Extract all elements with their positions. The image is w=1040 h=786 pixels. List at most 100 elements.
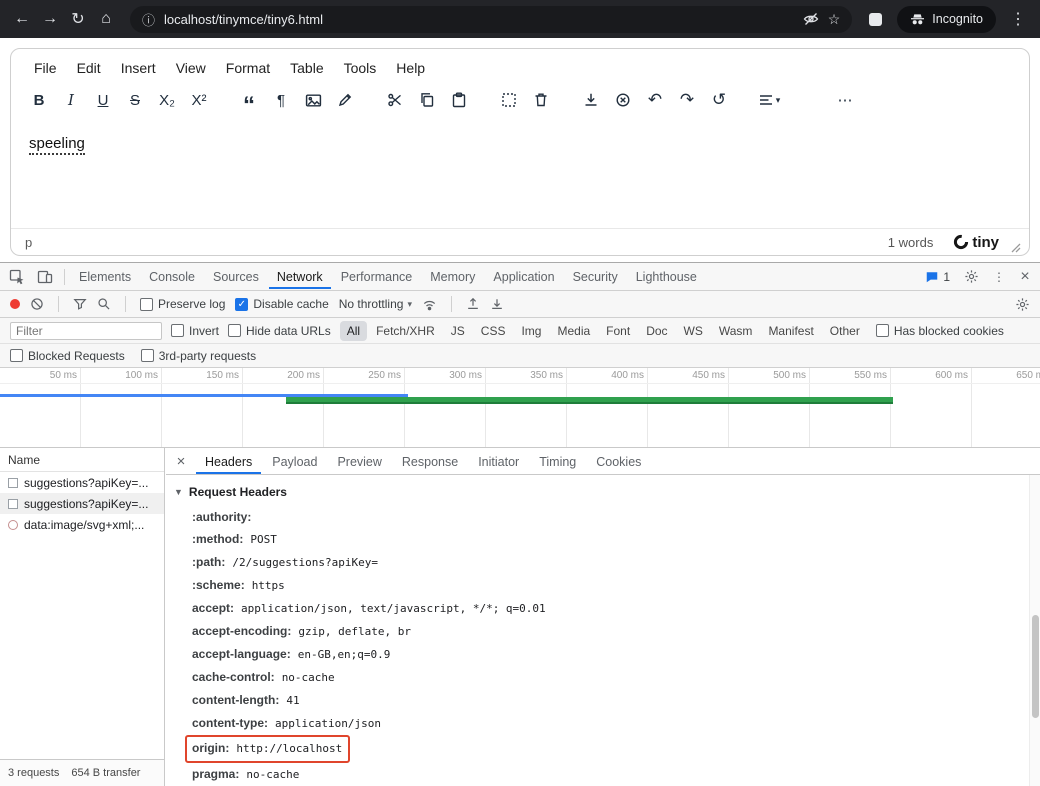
menu-view[interactable]: View	[167, 56, 215, 80]
resize-grip[interactable]	[1011, 243, 1021, 253]
blocked-requests-checkbox[interactable]: Blocked Requests	[10, 349, 125, 363]
editor-content[interactable]: speeling	[11, 122, 1029, 228]
third-party-box[interactable]	[141, 349, 154, 362]
misspelled-word[interactable]: speeling	[29, 135, 85, 155]
issues-badge[interactable]: 1	[925, 270, 950, 284]
filter-input[interactable]	[10, 322, 162, 340]
italic-icon[interactable]: I	[55, 85, 87, 115]
menu-format[interactable]: Format	[217, 56, 279, 80]
request-row[interactable]: suggestions?apiKey=...	[0, 472, 164, 493]
tab-headers[interactable]: Headers	[196, 449, 261, 474]
blockquote-icon[interactable]: “	[233, 85, 265, 115]
has-blocked-cookies-box[interactable]	[876, 324, 889, 337]
trash-icon[interactable]	[525, 85, 557, 115]
disable-cache-box[interactable]	[235, 298, 248, 311]
tab-performance[interactable]: Performance	[333, 264, 421, 289]
redo-icon[interactable]: ↷	[671, 85, 703, 115]
paste-icon[interactable]	[443, 85, 475, 115]
chip-manifest[interactable]: Manifest	[761, 321, 820, 341]
chip-doc[interactable]: Doc	[639, 321, 674, 341]
underline-icon[interactable]: U	[87, 85, 119, 115]
chip-img[interactable]: Img	[514, 321, 548, 341]
invert-box[interactable]	[171, 324, 184, 337]
chip-css[interactable]: CSS	[474, 321, 513, 341]
restore-draft-icon[interactable]: ↺	[703, 85, 735, 115]
tiny-logo[interactable]: tiny	[953, 234, 999, 251]
menu-file[interactable]: File	[25, 56, 66, 80]
hide-data-urls-checkbox[interactable]: Hide data URLs	[228, 324, 331, 338]
chip-other[interactable]: Other	[823, 321, 867, 341]
page-info-icon[interactable]: ⓘ	[142, 10, 155, 29]
cancel-icon[interactable]	[607, 85, 639, 115]
browser-menu-icon[interactable]: ⋮	[1006, 9, 1030, 29]
paragraph-icon[interactable]: ¶	[265, 85, 297, 115]
third-party-checkbox[interactable]: 3rd-party requests	[141, 349, 256, 363]
select-all-icon[interactable]	[493, 85, 525, 115]
device-toolbar-icon[interactable]	[32, 267, 58, 287]
request-row[interactable]: suggestions?apiKey=...	[0, 493, 164, 514]
chip-js[interactable]: JS	[444, 321, 472, 341]
address-bar[interactable]: ⓘ localhost/tinymce/tiny6.html ☆	[130, 6, 852, 33]
align-icon[interactable]: ▾	[753, 85, 785, 115]
tab-security[interactable]: Security	[565, 264, 626, 289]
superscript-icon[interactable]: X²	[183, 85, 215, 115]
export-icon[interactable]	[575, 85, 607, 115]
more-toolbar-icon[interactable]: ⋯	[829, 85, 861, 115]
detail-close-icon[interactable]: ×	[172, 453, 190, 470]
network-settings-icon[interactable]	[1015, 297, 1030, 312]
preserve-log-box[interactable]	[140, 298, 153, 311]
blocked-requests-box[interactable]	[10, 349, 23, 362]
menu-edit[interactable]: Edit	[68, 56, 110, 80]
undo-icon[interactable]: ↶	[639, 85, 671, 115]
tab-application[interactable]: Application	[485, 264, 562, 289]
menu-table[interactable]: Table	[281, 56, 332, 80]
clear-icon[interactable]	[30, 297, 44, 311]
menu-help[interactable]: Help	[387, 56, 434, 80]
chip-all[interactable]: All	[340, 321, 367, 341]
throttling-select[interactable]: No throttling ▾	[339, 297, 412, 311]
menu-tools[interactable]: Tools	[335, 56, 386, 80]
tab-preview[interactable]: Preview	[328, 449, 390, 474]
eye-off-icon[interactable]	[803, 11, 819, 27]
chip-ws[interactable]: WS	[677, 321, 710, 341]
disable-cache-checkbox[interactable]: Disable cache	[235, 297, 328, 311]
filter-icon[interactable]	[73, 297, 87, 311]
word-count[interactable]: 1 words	[888, 235, 934, 250]
home-icon[interactable]: ⌂	[94, 10, 118, 28]
scrollbar-thumb[interactable]	[1032, 615, 1039, 718]
tab-lighthouse[interactable]: Lighthouse	[628, 264, 705, 289]
chip-wasm[interactable]: Wasm	[712, 321, 760, 341]
copy-icon[interactable]	[411, 85, 443, 115]
name-column-header[interactable]: Name	[0, 448, 164, 472]
tab-initiator[interactable]: Initiator	[469, 449, 528, 474]
tab-response[interactable]: Response	[393, 449, 467, 474]
preserve-log-checkbox[interactable]: Preserve log	[140, 297, 225, 311]
forward-icon[interactable]: →	[38, 10, 62, 28]
tab-timing[interactable]: Timing	[530, 449, 585, 474]
export-har-icon[interactable]	[490, 297, 504, 311]
request-headers-section[interactable]: ▼ Request Headers	[174, 485, 1020, 499]
menu-insert[interactable]: Insert	[112, 56, 165, 80]
strikethrough-icon[interactable]: S	[119, 85, 151, 115]
bookmark-star-icon[interactable]: ☆	[828, 11, 841, 28]
tab-sources[interactable]: Sources	[205, 264, 267, 289]
invert-checkbox[interactable]: Invert	[171, 324, 219, 338]
image-icon[interactable]	[297, 85, 329, 115]
back-icon[interactable]: ←	[10, 10, 34, 28]
reload-icon[interactable]: ↻	[66, 9, 90, 29]
tab-network[interactable]: Network	[269, 264, 331, 289]
network-conditions-icon[interactable]	[422, 297, 437, 312]
bold-icon[interactable]: B	[23, 85, 55, 115]
cut-icon[interactable]	[379, 85, 411, 115]
network-overview-timeline[interactable]: 50 ms 100 ms 150 ms 200 ms 250 ms 300 ms…	[0, 368, 1040, 448]
hide-data-urls-box[interactable]	[228, 324, 241, 337]
tab-payload[interactable]: Payload	[263, 449, 326, 474]
tab-cookies[interactable]: Cookies	[587, 449, 650, 474]
window-icon[interactable]	[868, 12, 883, 27]
inspect-icon[interactable]	[4, 267, 30, 287]
element-path[interactable]: p	[25, 235, 32, 250]
chip-fetch-xhr[interactable]: Fetch/XHR	[369, 321, 442, 341]
chip-font[interactable]: Font	[599, 321, 637, 341]
subscript-icon[interactable]: X₂	[151, 85, 183, 115]
search-icon[interactable]	[97, 297, 111, 311]
